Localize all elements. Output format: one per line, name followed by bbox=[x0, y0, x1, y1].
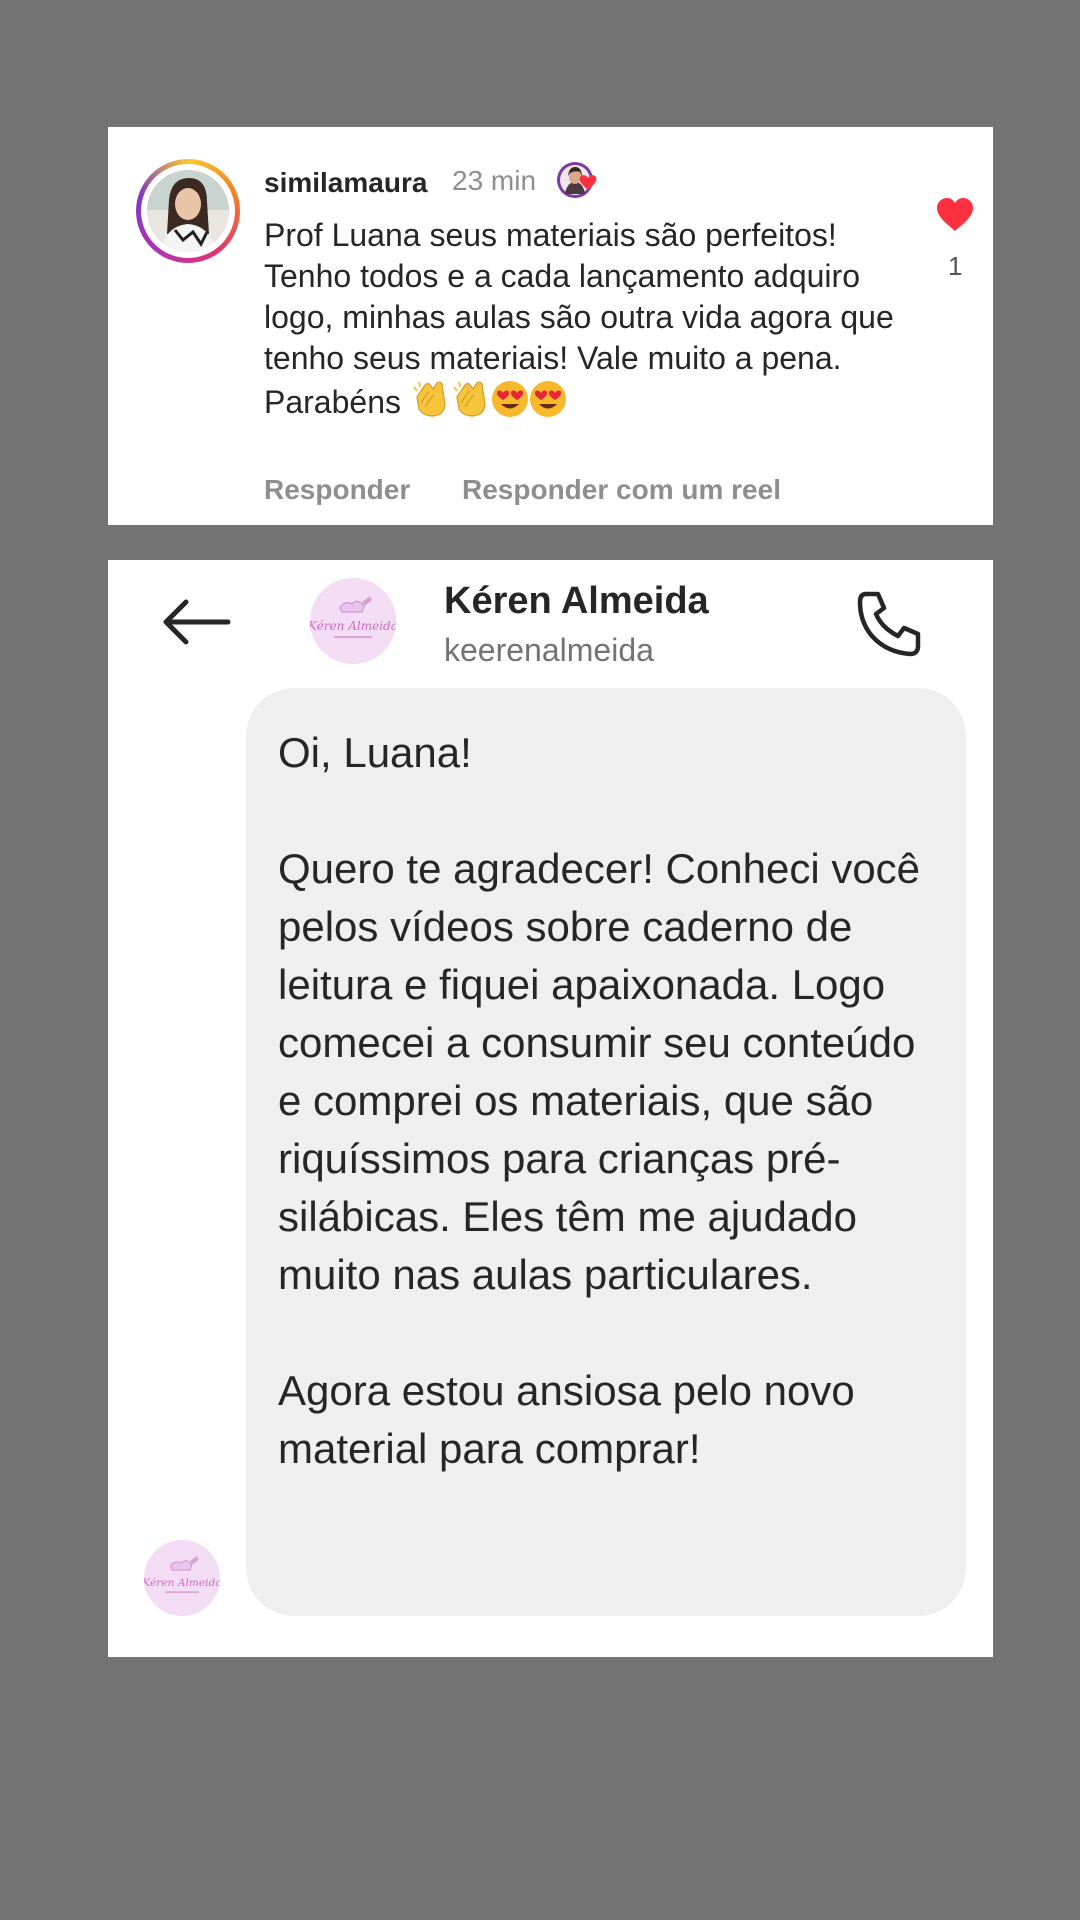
heart-eyes-icon bbox=[529, 381, 566, 417]
phone-icon[interactable] bbox=[852, 586, 928, 662]
commenter-avatar[interactable] bbox=[136, 159, 240, 263]
heart-eyes-icon bbox=[491, 381, 528, 417]
arrow-left-icon[interactable] bbox=[158, 592, 234, 652]
message-paragraph: Quero te agradecer! Conheci você pelos v… bbox=[278, 845, 921, 1298]
heart-icon[interactable] bbox=[935, 197, 975, 233]
comment-text: Prof Luana seus materiais são perfeitos!… bbox=[264, 215, 914, 429]
like-count: 1 bbox=[948, 251, 963, 281]
contact-name[interactable]: Kéren Almeida bbox=[444, 580, 709, 623]
message-paragraph: Agora estou ansiosa pelo novo material p… bbox=[278, 1367, 855, 1472]
contact-handle: keerenalmeida bbox=[444, 632, 654, 668]
contact-avatar[interactable]: Kéren Almeida bbox=[310, 578, 396, 664]
emoji-reactions bbox=[411, 379, 571, 429]
commenter-username[interactable]: similamaura bbox=[264, 167, 427, 199]
message-paragraph: Oi, Luana! bbox=[278, 729, 472, 776]
message-bubble[interactable]: Oi, Luana! Quero te agradecer! Conheci v… bbox=[246, 688, 966, 1616]
svg-text:Kéren Almeida: Kéren Almeida bbox=[310, 619, 396, 633]
reply-with-reel-button[interactable]: Responder com um reel bbox=[462, 474, 781, 506]
comment-time: 23 min bbox=[452, 165, 537, 196]
sender-avatar[interactable]: Kéren Almeida bbox=[144, 1540, 220, 1616]
reply-button[interactable]: Responder bbox=[264, 474, 410, 506]
clapping-hands-icon bbox=[413, 381, 446, 417]
brand-logo-icon: Kéren Almeida bbox=[144, 1540, 220, 1616]
comment-body: Prof Luana seus materiais são perfeitos!… bbox=[264, 217, 894, 420]
svg-text:Kéren Almeida: Kéren Almeida bbox=[144, 1577, 220, 1589]
brand-logo-icon: Kéren Almeida bbox=[310, 578, 396, 664]
clapping-hands-icon bbox=[453, 381, 486, 417]
commenter-photo bbox=[147, 170, 229, 252]
direct-message-card: Kéren Almeida Kéren Almeida keerenalmeid… bbox=[108, 560, 993, 1657]
creator-liked-badge bbox=[556, 160, 600, 200]
comment-card: similamaura 23 min Prof Luana seus mater… bbox=[108, 127, 993, 525]
